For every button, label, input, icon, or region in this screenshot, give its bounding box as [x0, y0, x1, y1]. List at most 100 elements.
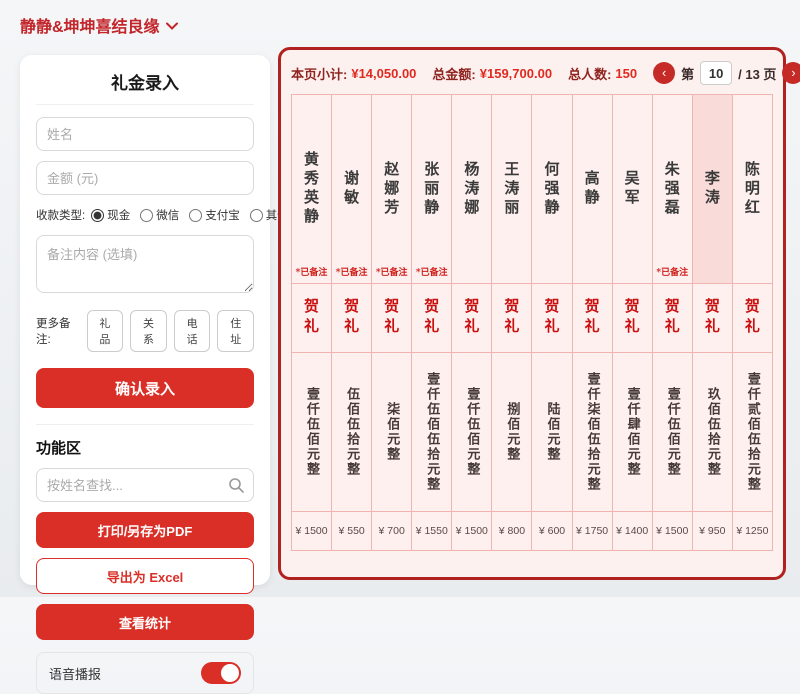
search-box — [36, 468, 254, 502]
ledger-amount-num-cell: ¥ 800 — [492, 512, 533, 550]
name-input[interactable] — [36, 117, 254, 151]
ledger-row-names: 黄秀英静 *已备注 谢敏 *已备注 赵娜芳 *已备注 张丽静 *已备注 杨涛娜 王涛丽 何强静 高静吴… — [292, 95, 772, 284]
amount-chinese: 伍佰伍拾元整 — [344, 387, 360, 477]
gift-label: 贺礼 — [462, 298, 481, 338]
prev-page-button[interactable]: ‹ — [653, 62, 676, 84]
voice-toggle[interactable] — [201, 662, 241, 684]
amount-chinese: 捌佰元整 — [504, 402, 520, 462]
event-title-text: 静静&坤坤喜结良缘 — [20, 19, 160, 36]
ledger-amount-num-cell: ¥ 1250 — [732, 512, 772, 550]
export-excel-button[interactable]: 导出为 Excel — [36, 558, 254, 594]
total-count: 总人数: 150 — [568, 64, 637, 83]
ledger-amount-cn-cell: 陆佰元整 — [532, 353, 573, 512]
page-subtotal-value: ¥14,050.00 — [351, 65, 417, 81]
print-pdf-button[interactable]: 打印/另存为PDF — [36, 512, 254, 548]
total-count-label: 总人数: — [568, 66, 612, 82]
search-icon — [229, 478, 244, 493]
toggle-knob — [221, 664, 239, 682]
note-textarea[interactable] — [36, 235, 254, 293]
ledger-name-cell[interactable]: 黄秀英静 *已备注 — [292, 95, 333, 284]
next-page-button[interactable]: › — [782, 62, 800, 84]
ledger-name-cell[interactable]: 杨涛娜 — [452, 95, 493, 284]
confirm-entry-button[interactable]: 确认录入 — [36, 368, 254, 408]
noted-marker: *已备注 — [335, 268, 368, 278]
gift-label: 贺礼 — [702, 298, 721, 338]
ledger-gift-cell: 贺礼 — [332, 284, 373, 353]
payment-option-label: 支付宝 — [205, 210, 240, 222]
guest-name: 陈明红 — [742, 160, 761, 218]
note-tag-电话[interactable]: 电话 — [173, 310, 211, 352]
amount-chinese: 壹仟柒佰伍拾元整 — [584, 372, 600, 492]
ledger-amount-cn-cell: 壹仟伍佰元整 — [452, 353, 493, 512]
payment-option-支付宝[interactable]: 支付宝 — [189, 207, 240, 223]
payment-option-微信[interactable]: 微信 — [140, 207, 179, 223]
amount-chinese: 柒佰元整 — [384, 402, 400, 462]
amount-chinese: 壹仟贰佰伍拾元整 — [744, 372, 760, 492]
ledger-name-cell[interactable]: 陈明红 — [732, 95, 772, 284]
amount-numeric: ¥ 1550 — [415, 525, 448, 537]
gift-label: 贺礼 — [382, 298, 401, 338]
amount-chinese: 壹仟伍佰伍拾元整 — [424, 372, 440, 492]
page-number-input[interactable] — [700, 61, 733, 85]
ledger-gift-cell: 贺礼 — [292, 284, 333, 353]
gift-label: 贺礼 — [622, 298, 641, 338]
guest-name: 王涛丽 — [502, 160, 521, 218]
ledger-row-amount-num: ¥ 1500 ¥ 550 ¥ 700 ¥ 1550 ¥ 1500 ¥ 800 ¥ 600 ¥ … — [292, 512, 772, 550]
payment-radio-微信[interactable] — [140, 208, 154, 222]
tools-title: 功能区 — [36, 440, 82, 457]
noted-marker: *已备注 — [415, 268, 448, 278]
ledger-name-cell[interactable]: 朱强磊 *已备注 — [652, 95, 693, 284]
ledger-table: 黄秀英静 *已备注 谢敏 *已备注 赵娜芳 *已备注 张丽静 *已备注 杨涛娜 王涛丽 何强静 高静吴… — [291, 94, 773, 551]
ledger-name-cell[interactable]: 李涛 — [692, 95, 733, 284]
guest-name: 赵娜芳 — [382, 160, 401, 218]
divider — [36, 424, 254, 425]
ledger-amount-num-cell: ¥ 1550 — [412, 512, 453, 550]
ledger-amount-num-cell: ¥ 1500 — [652, 512, 693, 550]
amount-chinese: 壹仟肆佰元整 — [624, 387, 640, 477]
guest-name: 谢敏 — [342, 170, 361, 208]
payment-radio-现金[interactable] — [91, 208, 105, 222]
ledger-panel: 本页小计: ¥14,050.00 总金额: ¥159,700.00 总人数: 1… — [278, 47, 800, 580]
ledger-amount-cn-cell: 捌佰元整 — [492, 353, 533, 512]
ledger-header: 本页小计: ¥14,050.00 总金额: ¥159,700.00 总人数: 1… — [291, 58, 800, 88]
note-tag-关系[interactable]: 关系 — [130, 310, 167, 352]
view-stats-button[interactable]: 查看统计 — [36, 604, 254, 640]
ledger-name-cell[interactable]: 王涛丽 — [492, 95, 533, 284]
ledger-amount-cn-cell: 柒佰元整 — [372, 353, 413, 512]
ledger-amount-num-cell: ¥ 550 — [332, 512, 373, 550]
pagination: ‹ 第 / 13 页 › — [653, 61, 800, 85]
ledger-amount-cn-cell: 壹仟伍佰元整 — [652, 353, 693, 512]
amount-numeric: ¥ 1400 — [616, 525, 649, 537]
amount-input[interactable] — [36, 161, 254, 195]
gift-label: 贺礼 — [582, 298, 601, 338]
search-input[interactable] — [36, 468, 254, 502]
note-tag-住址[interactable]: 住址 — [217, 310, 255, 352]
ledger-gift-cell: 贺礼 — [692, 284, 733, 353]
noted-marker: *已备注 — [656, 268, 689, 278]
payment-option-现金[interactable]: 现金 — [91, 207, 130, 223]
ledger-amount-num-cell: ¥ 1500 — [292, 512, 333, 550]
ledger-name-cell[interactable]: 高静 — [572, 95, 613, 284]
amount-numeric: ¥ 950 — [699, 525, 726, 537]
gift-label: 贺礼 — [342, 298, 361, 338]
ledger-name-cell[interactable]: 张丽静 *已备注 — [412, 95, 453, 284]
gift-label: 贺礼 — [662, 298, 681, 338]
ledger-gift-cell: 贺礼 — [532, 284, 573, 353]
entry-sidebar: 礼金录入 收款类型: 现金微信支付宝其他 更多备注: 礼品关系电话住址 确认录入… — [20, 55, 289, 694]
payment-radio-支付宝[interactable] — [189, 208, 203, 222]
chevron-down-icon — [165, 22, 178, 30]
ledger-amount-cn-cell: 壹仟伍佰元整 — [292, 353, 333, 512]
ledger-name-cell[interactable]: 吴军 — [612, 95, 653, 284]
ledger-name-cell[interactable]: 何强静 — [532, 95, 573, 284]
noted-marker: *已备注 — [295, 268, 328, 278]
ledger-amount-num-cell: ¥ 1750 — [572, 512, 613, 550]
event-title[interactable]: 静静&坤坤喜结良缘 — [20, 13, 178, 37]
note-tag-礼品[interactable]: 礼品 — [86, 310, 124, 352]
total-count-value: 150 — [615, 65, 638, 81]
guest-name: 吴军 — [622, 170, 641, 208]
ledger-name-cell[interactable]: 赵娜芳 *已备注 — [372, 95, 413, 284]
ledger-amount-cn-cell: 伍佰伍拾元整 — [332, 353, 373, 512]
ledger-row-gift: 贺礼 贺礼 贺礼 贺礼 贺礼 贺礼 贺礼 贺礼 贺礼 贺礼 贺礼 贺礼 — [292, 284, 772, 353]
ledger-name-cell[interactable]: 谢敏 *已备注 — [332, 95, 373, 284]
payment-radio-其他[interactable] — [249, 208, 263, 222]
